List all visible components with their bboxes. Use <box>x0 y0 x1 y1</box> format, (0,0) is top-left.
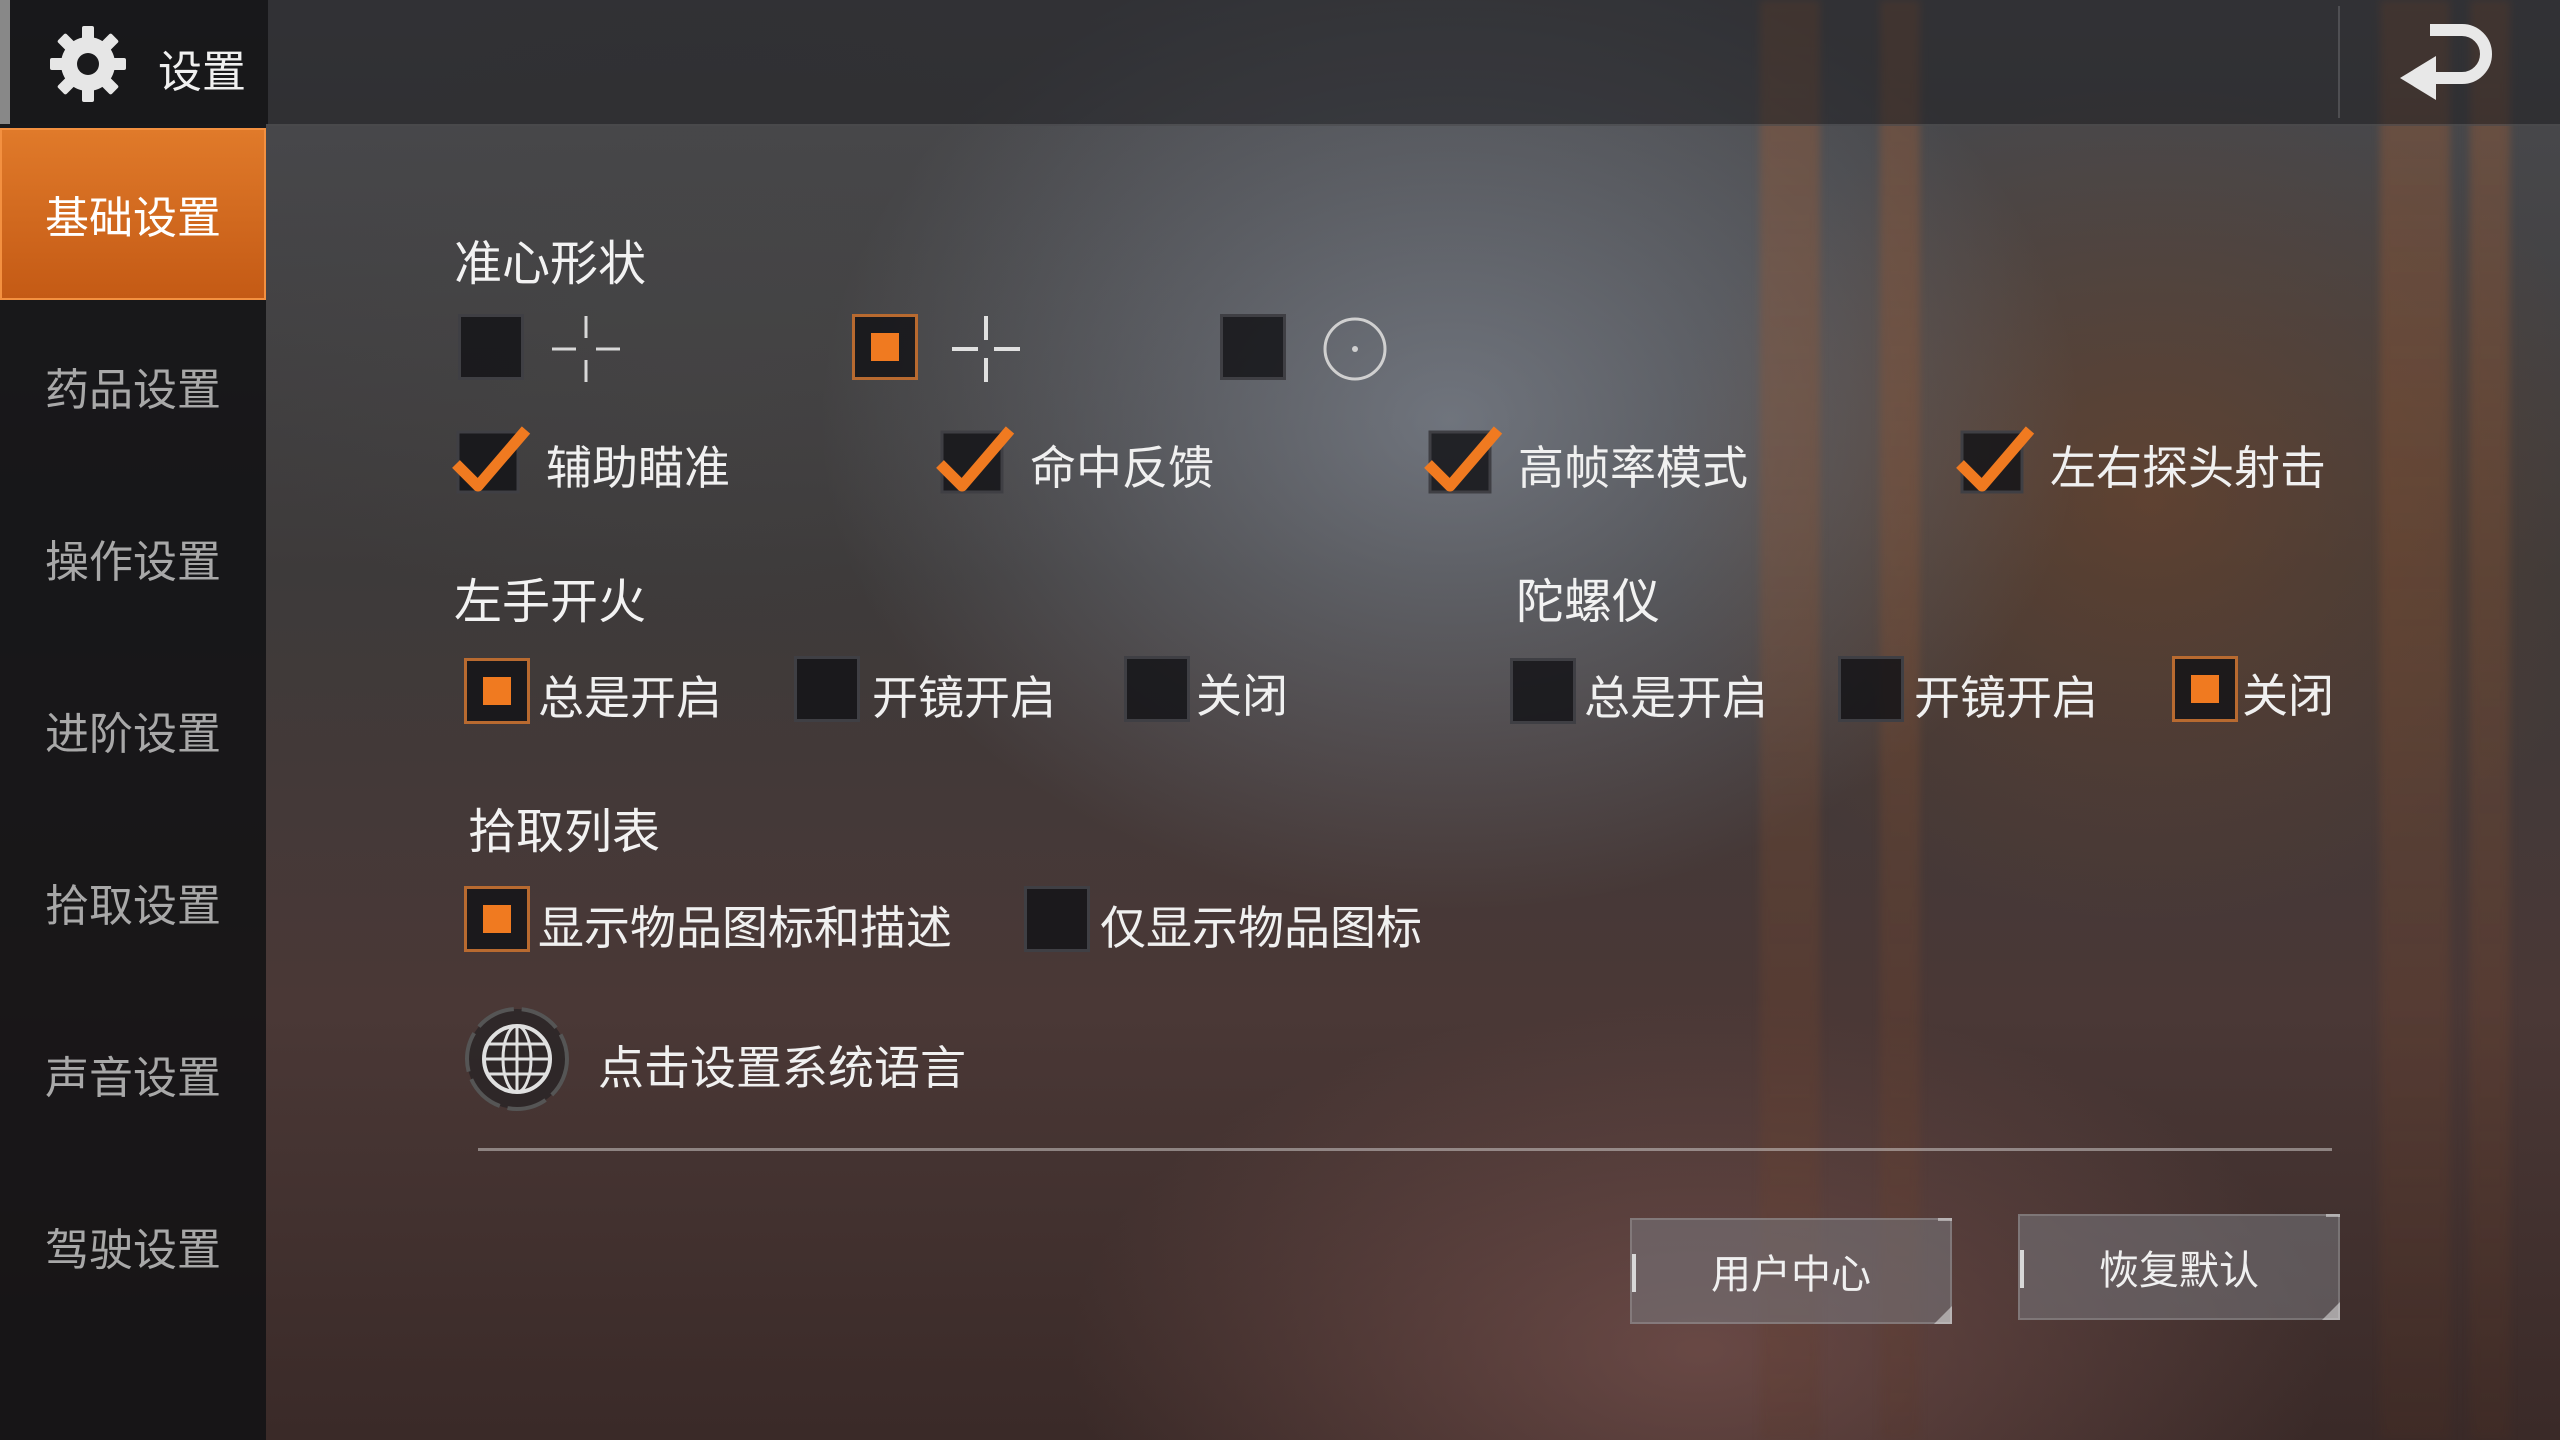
pickup-icon-desc-radio[interactable] <box>464 886 530 952</box>
left-fire-off-radio[interactable] <box>1124 656 1190 722</box>
top-bar: 设置 <box>0 0 2560 126</box>
pickup-section-title: 拾取列表 <box>468 804 661 860</box>
sidebar-item-medicine[interactable]: 药品设置 <box>0 300 266 472</box>
user-center-button[interactable]: 用户中心 <box>1630 1218 1952 1324</box>
lean-fire-label: 左右探头射击 <box>2050 441 2326 495</box>
crosshair-option-1-radio[interactable] <box>458 314 524 380</box>
button-decor <box>1938 1218 1952 1221</box>
crosshair-option-2-radio[interactable] <box>852 314 918 380</box>
left-fire-off-label: 关闭 <box>1196 669 1288 723</box>
selected-indicator <box>871 333 899 361</box>
sidebar-item-basic[interactable]: 基础设置 <box>0 128 266 300</box>
hit-feedback-label: 命中反馈 <box>1030 441 1214 495</box>
left-fire-scope-radio[interactable] <box>794 656 860 722</box>
sidebar-item-controls[interactable]: 操作设置 <box>0 472 266 644</box>
selected-indicator <box>483 677 511 705</box>
button-decor <box>1934 1306 1952 1324</box>
selected-indicator <box>483 905 511 933</box>
lean-fire-checkbox[interactable] <box>1956 424 2036 504</box>
high-framerate-checkbox[interactable] <box>1424 424 1504 504</box>
crosshair-section-title: 准心形状 <box>454 236 647 292</box>
restore-default-button[interactable]: 恢复默认 <box>2018 1214 2340 1320</box>
background-decor <box>2470 0 2510 1440</box>
button-decor <box>1632 1254 1636 1292</box>
divider <box>478 1148 2332 1151</box>
button-decor <box>2326 1214 2340 1217</box>
restore-default-label: 恢复默认 <box>2099 1248 2259 1294</box>
sidebar-item-driving[interactable]: 驾驶设置 <box>0 1160 266 1332</box>
pickup-icon-only-radio[interactable] <box>1024 886 1090 952</box>
gyro-off-label: 关闭 <box>2242 669 2334 723</box>
gyro-always-label: 总是开启 <box>1584 671 1768 725</box>
gyro-scope-label: 开镜开启 <box>1914 671 2098 725</box>
page-title: 设置 <box>158 47 246 98</box>
back-arrow-icon[interactable] <box>2390 10 2500 110</box>
aim-assist-label: 辅助瞄准 <box>546 441 730 495</box>
gyro-always-radio[interactable] <box>1510 658 1576 724</box>
high-framerate-label: 高帧率模式 <box>1518 441 1748 495</box>
sidebar: 基础设置 药品设置 操作设置 进阶设置 拾取设置 声音设置 驾驶设置 <box>0 124 266 1440</box>
globe-icon[interactable] <box>462 1004 572 1114</box>
crosshair-thin-icon <box>552 316 620 382</box>
sidebar-item-sound[interactable]: 声音设置 <box>0 988 266 1160</box>
user-center-label: 用户中心 <box>1711 1252 1871 1298</box>
sidebar-item-advanced[interactable]: 进阶设置 <box>0 644 266 816</box>
gyro-off-radio[interactable] <box>2172 656 2238 722</box>
left-fire-scope-label: 开镜开启 <box>872 671 1056 725</box>
gyroscope-section-title: 陀螺仪 <box>1516 574 1661 630</box>
sidebar-item-pickup[interactable]: 拾取设置 <box>0 816 266 988</box>
left-fire-always-label: 总是开启 <box>538 671 722 725</box>
crosshair-dot-circle-icon <box>1323 317 1387 381</box>
pickup-icon-desc-label: 显示物品图标和描述 <box>538 901 952 955</box>
gear-icon <box>50 26 126 102</box>
hit-feedback-checkbox[interactable] <box>936 424 1016 504</box>
crosshair-cross-icon <box>952 316 1020 382</box>
language-setting-link[interactable]: 点击设置系统语言 <box>598 1032 966 1098</box>
crosshair-option-3-radio[interactable] <box>1220 314 1286 380</box>
aim-assist-checkbox[interactable] <box>452 424 532 504</box>
button-decor <box>2020 1250 2024 1288</box>
pickup-icon-only-label: 仅显示物品图标 <box>1100 901 1422 955</box>
gyro-scope-radio[interactable] <box>1838 656 1904 722</box>
title-block: 设置 <box>0 0 268 124</box>
divider <box>2338 6 2340 118</box>
settings-screen: 设置 基础设置 药品设置 操作设置 进阶设置 拾取设置 声音设置 驾驶设置 准心… <box>0 0 2560 1440</box>
left-fire-section-title: 左手开火 <box>454 574 647 630</box>
background-decor <box>2380 0 2450 1440</box>
button-decor <box>2322 1302 2340 1320</box>
left-fire-always-radio[interactable] <box>464 658 530 724</box>
selected-indicator <box>2191 675 2219 703</box>
